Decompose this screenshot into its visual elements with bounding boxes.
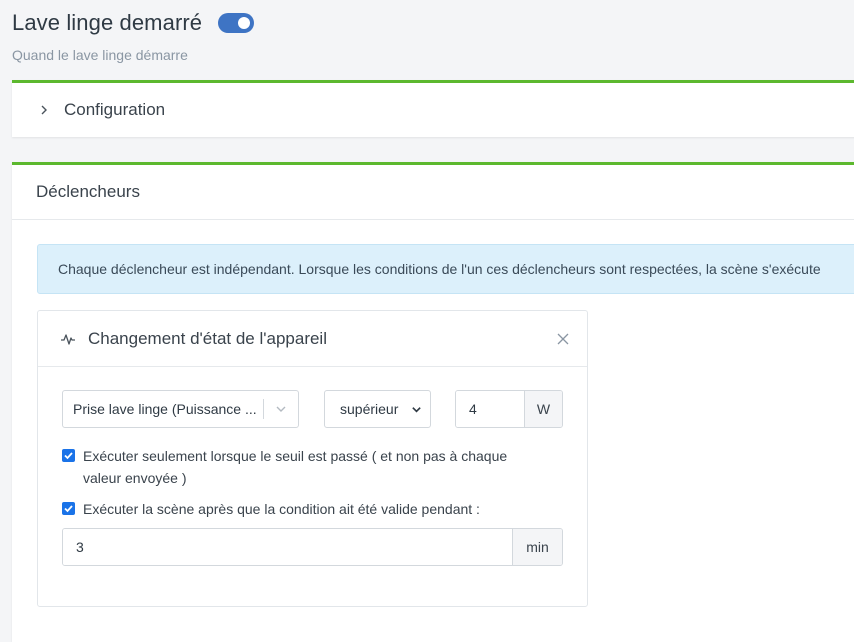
delay-checkbox[interactable] (62, 502, 75, 515)
chevron-down-icon (412, 407, 421, 413)
triggers-panel: Déclencheurs Chaque déclencheur est indé… (12, 162, 854, 642)
delay-label: Exécuter la scène après que la condition… (83, 501, 480, 517)
threshold-input-group: 4 W (455, 390, 563, 428)
device-select[interactable]: Prise lave linge (Puissance ... (62, 390, 299, 428)
scene-header: Lave linge demarré Quand le lave linge d… (12, 10, 255, 63)
toggle-knob (238, 17, 251, 29)
threshold-input[interactable]: 4 (456, 391, 525, 427)
duration-unit: min (513, 529, 562, 565)
check-icon (64, 452, 73, 460)
chevron-down-icon (276, 406, 286, 412)
device-select-value: Prise lave linge (Puissance ... (73, 401, 257, 417)
delay-option: Exécuter la scène après que la condition… (62, 498, 532, 520)
title-row: Lave linge demarré (12, 10, 255, 36)
threshold-crossed-label: Exécuter seulement lorsque le seuil est … (83, 448, 508, 486)
close-icon[interactable] (557, 333, 569, 345)
activity-pulse-icon (61, 333, 75, 345)
triggers-title: Déclencheurs (12, 165, 854, 220)
select-separator (263, 399, 264, 419)
threshold-crossed-checkbox[interactable] (62, 449, 75, 462)
triggers-info-alert: Chaque déclencheur est indépendant. Lors… (37, 244, 854, 294)
threshold-crossed-option: Exécuter seulement lorsque le seuil est … (62, 445, 532, 489)
threshold-unit: W (525, 391, 562, 427)
trigger-card-title: Changement d'état de l'appareil (88, 328, 327, 348)
trigger-card-device-state: Changement d'état de l'appareil Prise la… (37, 310, 588, 607)
operator-select[interactable]: supérieur (324, 390, 431, 428)
operator-select-value: supérieur (340, 401, 399, 417)
configuration-toggle[interactable]: Configuration (12, 83, 854, 137)
scene-enabled-toggle[interactable] (218, 13, 255, 33)
trigger-card-header: Changement d'état de l'appareil (38, 311, 587, 367)
chevron-right-icon (41, 105, 47, 115)
check-icon (64, 505, 73, 513)
configuration-label: Configuration (64, 100, 166, 119)
configuration-panel: Configuration (12, 80, 854, 137)
scene-title: Lave linge demarré (12, 10, 203, 35)
duration-input-group: 3 min (62, 528, 563, 566)
scene-subtitle: Quand le lave linge démarre (12, 47, 188, 63)
triggers-info-text: Chaque déclencheur est indépendant. Lors… (58, 261, 821, 277)
duration-input[interactable]: 3 (63, 529, 513, 565)
